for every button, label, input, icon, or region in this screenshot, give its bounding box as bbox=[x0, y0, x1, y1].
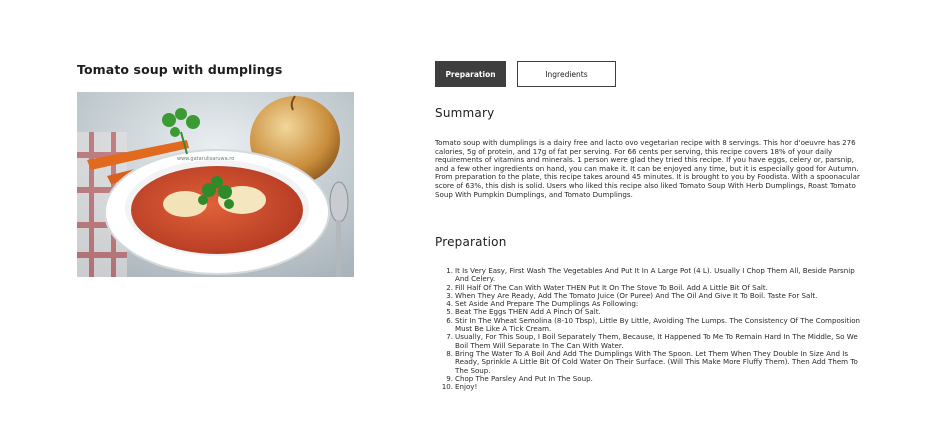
step-text: Enjoy! bbox=[455, 382, 478, 392]
preparation-heading: Preparation bbox=[435, 235, 507, 249]
step-text: It Is Very Easy, First Wash The Vegetabl… bbox=[455, 266, 855, 284]
step-number: 8. bbox=[446, 348, 453, 358]
recipe-photo: www.gatarulisaruwa.ro bbox=[77, 92, 354, 277]
summary-text: Tomato soup with dumplings is a dairy fr… bbox=[435, 138, 860, 199]
step-text: Bring The Water To A Boil And Add The Du… bbox=[455, 348, 858, 375]
step-item: 9. Chop The Parsley And Put In The Soup. bbox=[446, 374, 865, 383]
step-number: 1. bbox=[446, 266, 453, 275]
step-number: 7. bbox=[446, 332, 453, 342]
step-number: 6. bbox=[446, 315, 453, 325]
step-item: 10. Enjoy! bbox=[442, 382, 865, 392]
step-item: 7. Usually, For This Soup, I Boil Separat… bbox=[446, 332, 865, 350]
summary-heading: Summary bbox=[435, 106, 495, 120]
step-item: 1. It Is Very Easy, First Wash The Vegeta… bbox=[446, 266, 865, 284]
recipe-title: Tomato soup with dumplings bbox=[77, 62, 283, 77]
step-text: Usually, For This Soup, I Boil Separatel… bbox=[455, 332, 858, 350]
tab-preparation[interactable]: Preparation bbox=[435, 61, 506, 87]
watermark: www.gatarulisaruwa.ro bbox=[177, 156, 234, 162]
step-item: 6. Stir In The Wheat Semolina (8-10 Tbsp)… bbox=[446, 315, 865, 334]
step-item: 8. Bring The Water To A Boil And Add The … bbox=[446, 348, 865, 375]
preparation-steps: 1. It Is Very Easy, First Wash The Vegeta… bbox=[442, 266, 865, 392]
step-text: Stir In The Wheat Semolina (8-10 Tbsp), … bbox=[455, 315, 861, 334]
tab-ingredients[interactable]: Ingredients bbox=[517, 61, 616, 87]
step-number: 10. bbox=[441, 382, 453, 392]
recipe-tabs: Preparation Ingredients bbox=[435, 61, 616, 87]
